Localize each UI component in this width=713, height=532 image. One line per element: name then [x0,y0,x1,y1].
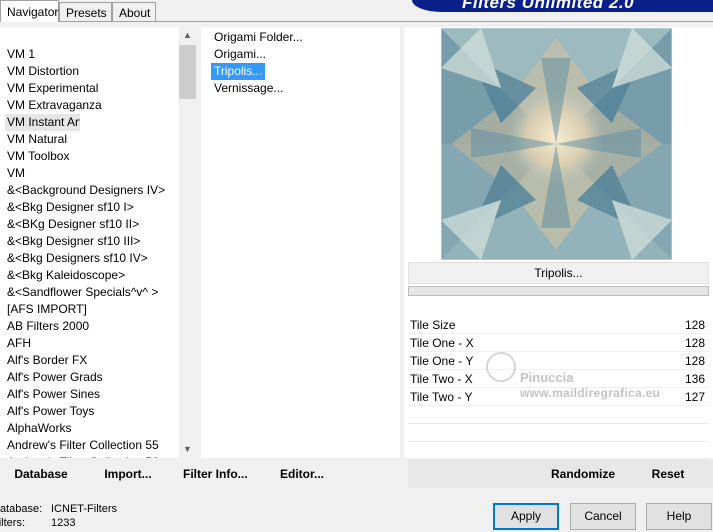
param-value[interactable]: 136 [685,370,705,388]
progress-bar [408,286,709,296]
banner-title: Filters Unlimited 2.0 [462,0,635,12]
param-label: Tile Two - X [410,372,473,386]
preview-image [441,28,672,260]
category-item[interactable]: Alf's Power Sines [0,386,178,403]
help-button[interactable]: Help [646,503,712,530]
database-label: Database: [0,503,43,515]
tab-about[interactable]: About [112,2,156,22]
cancel-button[interactable]: Cancel [570,503,636,530]
filter-name-label: Tripolis... [408,262,709,284]
category-item[interactable]: VM Experimental [0,80,178,97]
tab-divider [0,21,713,22]
param-label: Tile Size [410,318,456,332]
category-item[interactable]: &<Bkg Designer sf10 III> [0,233,178,250]
param-value[interactable]: 128 [685,352,705,370]
param-row[interactable]: Tile Two - X 136 [408,370,709,388]
category-item[interactable]: VM Distortion [0,63,178,80]
filters-count-value: 1233 [51,517,76,529]
import-button[interactable]: Import... [104,460,152,488]
database-value: ICNET-Filters [51,503,117,515]
category-scrollbar[interactable]: ▲ ▼ [179,27,196,458]
category-item[interactable]: VM Extravaganza [0,97,178,114]
param-label: Tile Two - Y [410,390,473,404]
category-list: VM 1 VM Distortion VM Experimental VM Extra… [0,46,178,458]
param-value[interactable]: 128 [685,316,705,334]
param-label: Tile One - X [410,336,474,350]
category-item[interactable]: &<Sandflower Specials^v^ > [0,284,178,301]
filter-item[interactable]: Origami... [211,46,269,63]
app-banner: Filters Unlimited 2.0 [412,0,713,12]
param-row[interactable]: Tile Size 128 [408,316,709,334]
category-item[interactable]: AB Filters 2000 [0,318,178,335]
category-item[interactable]: Alf's Power Grads [0,369,178,386]
scroll-up-icon[interactable]: ▲ [179,27,196,44]
param-row-empty [408,424,709,442]
category-item[interactable]: VM 1 [0,46,178,63]
filters-count-label: Filters: [0,517,25,529]
editor-button[interactable]: Editor... [280,460,324,488]
randomize-button[interactable]: Randomize [551,460,615,488]
filter-list-panel: Origami Folder... Origami... Tripolis... Ve… [201,27,400,458]
category-item[interactable]: AlphaWorks [0,420,178,437]
category-item[interactable]: &<Bkg Designer sf10 I> [0,199,178,216]
category-item[interactable]: VM Natural [0,131,178,148]
category-item[interactable]: Andrew's Filter Collection 55 [0,437,178,454]
category-item[interactable]: VM [0,165,178,182]
param-value[interactable]: 128 [685,334,705,352]
category-item[interactable]: Alf's Border FX [0,352,178,369]
reset-button[interactable]: Reset [650,460,686,488]
param-row-empty [408,406,709,424]
filter-item[interactable]: Origami Folder... [211,29,306,46]
param-row-empty [408,442,709,460]
param-label: Tile One - Y [410,354,474,368]
category-item[interactable]: &<Background Designers IV> [0,182,178,199]
category-item[interactable]: &<BKg Designer sf10 II> [0,216,178,233]
parameter-list: Tile Size 128 Tile One - X 128 Tile One - Y 1… [408,316,709,460]
category-item[interactable]: Andrew's Filter Collection 56 [0,454,178,458]
database-button[interactable]: Database [13,460,69,488]
param-row[interactable]: Tile One - X 128 [408,334,709,352]
bottom-toolbar: Database Import... Filter Info... Editor… [0,460,713,488]
status-area: Database: ICNET-Filters Filters: 1233 [0,502,160,530]
param-value[interactable]: 127 [685,388,705,406]
category-item[interactable]: VM Instant Art [5,114,80,131]
filter-item[interactable]: Vernissage... [211,80,286,97]
category-item[interactable]: VM Toolbox [0,148,178,165]
scroll-down-icon[interactable]: ▼ [179,441,196,458]
category-item[interactable]: &<Bkg Designers sf10 IV> [0,250,178,267]
param-row[interactable]: Tile One - Y 128 [408,352,709,370]
category-item[interactable]: [AFS IMPORT] [0,301,178,318]
filter-item[interactable]: Tripolis... [211,63,266,80]
tab-presets[interactable]: Presets [59,2,112,22]
scroll-thumb[interactable] [179,45,196,99]
preview-panel: Tripolis... Tile Size 128 Tile One - X 128 T… [404,27,713,460]
param-row[interactable]: Tile Two - Y 127 [408,388,709,406]
category-item[interactable]: &<Bkg Kaleidoscope> [0,267,178,284]
tab-navigator[interactable]: Navigator [0,0,59,22]
filter-list: Origami Folder... Origami... Tripolis... Ve… [211,29,306,97]
kaleidoscope-preview [441,28,672,260]
category-list-panel: VM 1 VM Distortion VM Experimental VM Extra… [0,27,196,458]
filter-info-button[interactable]: Filter Info... [183,460,248,488]
category-item[interactable]: Alf's Power Toys [0,403,178,420]
category-item[interactable]: AFH [0,335,178,352]
apply-button[interactable]: Apply [493,503,559,530]
